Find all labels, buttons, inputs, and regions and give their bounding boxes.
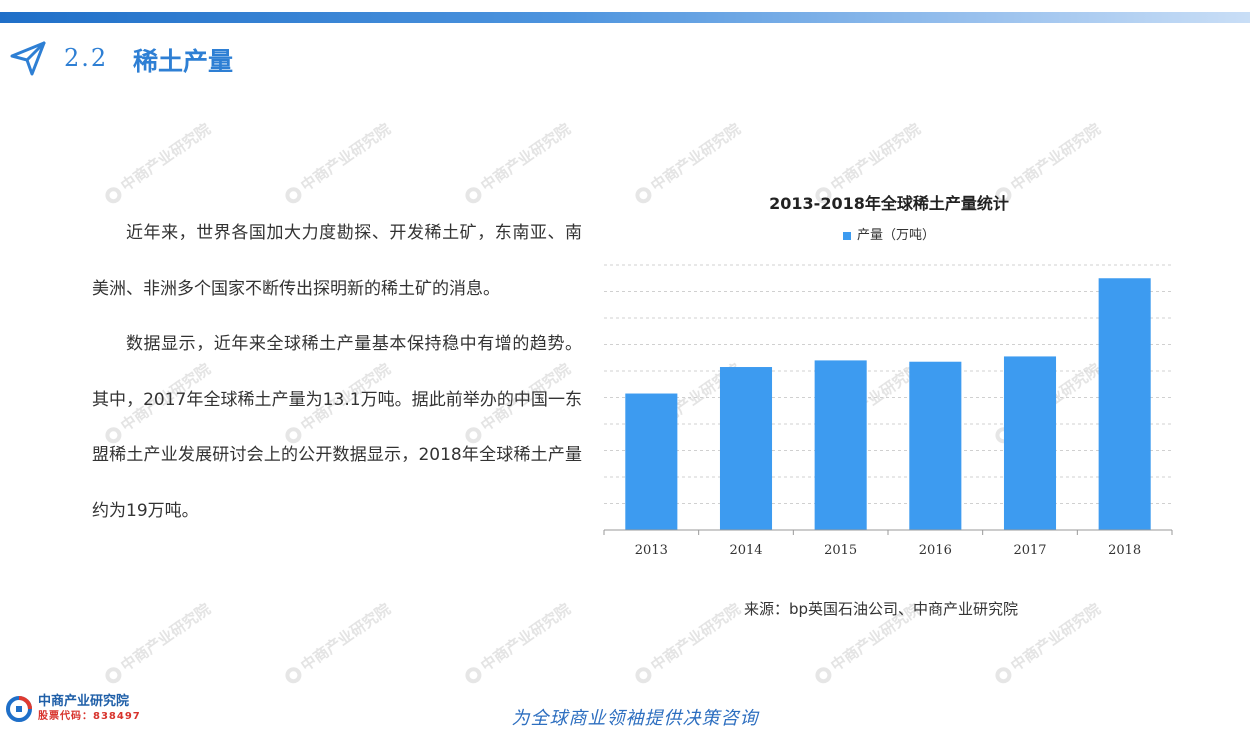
legend-swatch	[842, 231, 851, 240]
chart-title: 2013-2018年全球稀土产量统计	[769, 194, 1009, 213]
chart-legend: 产量（万吨）	[604, 224, 1174, 243]
bar-2018	[1098, 278, 1151, 530]
x-tick-label: 2015	[824, 543, 857, 558]
watermark-logo-icon	[462, 183, 485, 206]
section-header	[8, 36, 48, 80]
x-tick-label: 2013	[635, 543, 668, 558]
bar-2014	[719, 367, 773, 530]
x-tick-label: 2017	[1013, 543, 1046, 558]
paragraph-2: 数据显示，近年来全球稀土产量基本保持稳中有增的趋势。其中，2017年全球稀土产量…	[92, 334, 582, 521]
bar-2017	[1003, 356, 1057, 530]
top-accent-bar	[0, 12, 1250, 23]
bar-chart: 2013 2014 2015 2016 2017 2018	[603, 264, 1173, 558]
watermark: 中商产业研究院	[460, 598, 574, 687]
x-tick-label: 2014	[729, 543, 762, 558]
watermark-logo-icon	[282, 663, 305, 686]
bar-2013	[625, 393, 678, 530]
watermark: 中商产业研究院	[100, 118, 214, 207]
watermark-logo-icon	[462, 663, 485, 686]
watermark-logo-icon	[102, 183, 125, 206]
watermark: 中商产业研究院	[460, 118, 574, 207]
watermark-logo-icon	[282, 183, 305, 206]
watermark: 中商产业研究院	[630, 598, 744, 687]
watermark: 中商产业研究院	[280, 598, 394, 687]
x-tick-label: 2018	[1108, 543, 1141, 558]
paragraph-1: 近年来，世界各国加大力度勘探、开发稀土矿，东南亚、南美洲、非洲多个国家不断传出探…	[92, 223, 582, 299]
watermark: 中商产业研究院	[100, 598, 214, 687]
watermark-logo-icon	[102, 663, 125, 686]
watermark: 中商产业研究院	[280, 118, 394, 207]
watermark-logo-icon	[812, 663, 835, 686]
section-number: 2.2	[64, 44, 109, 72]
source-note: 来源：bp英国石油公司、中商产业研究院	[744, 600, 1019, 618]
legend-label: 产量（万吨）	[856, 228, 935, 243]
body-text: 近年来，世界各国加大力度勘探、开发稀土矿，东南亚、南美洲、非洲多个国家不断传出探…	[92, 206, 582, 539]
footer-slogan: 为全球商业领袖提供决策咨询	[511, 708, 759, 729]
watermark-logo-icon	[992, 663, 1015, 686]
bar-2016	[909, 361, 962, 530]
section-title: 稀土产量	[133, 47, 234, 76]
watermark-logo-icon	[632, 663, 655, 686]
paper-plane-icon	[10, 41, 46, 76]
bar-2015	[814, 360, 867, 530]
x-tick-label: 2016	[919, 543, 952, 558]
